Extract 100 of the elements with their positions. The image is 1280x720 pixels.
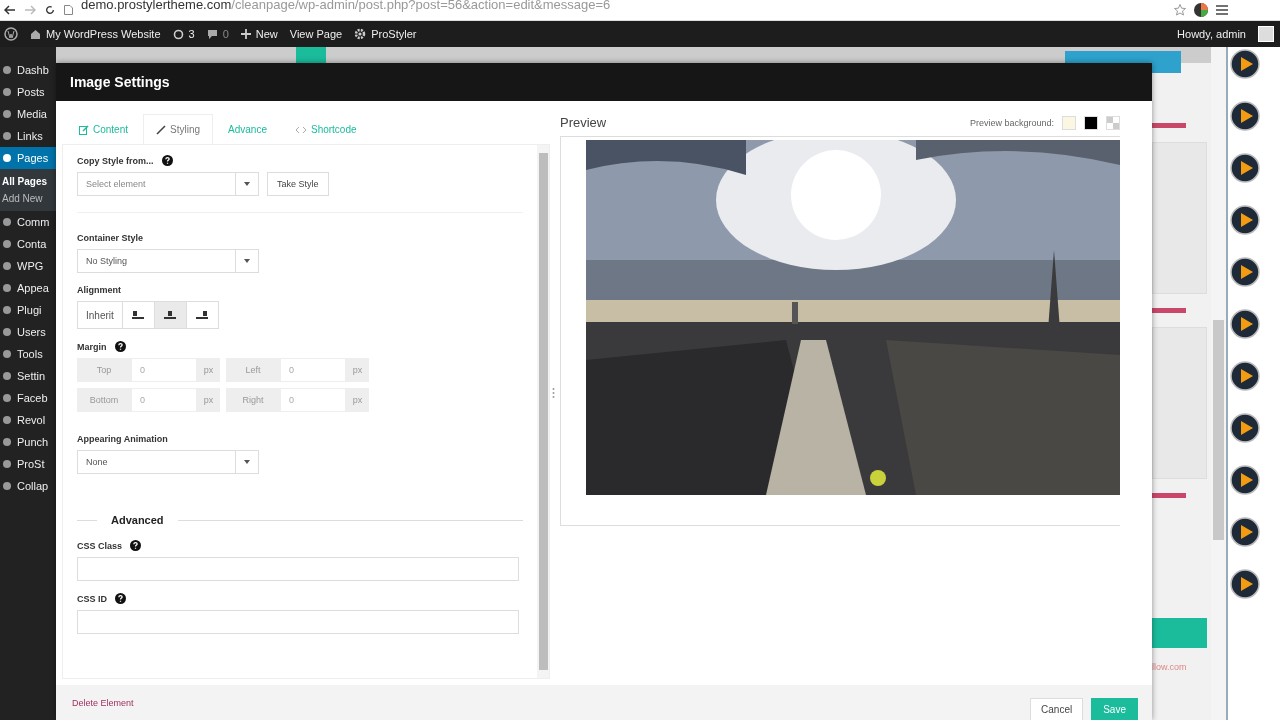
reload-icon[interactable] [44, 5, 56, 15]
play-icon[interactable] [1230, 517, 1260, 547]
align-right-icon [196, 310, 209, 320]
circle-icon [2, 87, 12, 97]
select-field[interactable]: None [77, 450, 259, 474]
submenu-item[interactable]: All Pages [0, 173, 56, 190]
circle-icon [2, 349, 12, 359]
sidebar-item[interactable]: Users [0, 321, 56, 343]
caret-icon [244, 259, 250, 263]
sidebar-item[interactable]: Settin [0, 365, 56, 387]
sidebar-item[interactable]: Conta [0, 233, 56, 255]
align-button[interactable] [153, 302, 186, 328]
circle-icon [2, 153, 12, 163]
help-icon [161, 155, 173, 166]
sidebar-item[interactable]: Punch [0, 431, 56, 453]
updates-count[interactable]: 3 [188, 28, 195, 40]
greeting[interactable]: Howdy, admin [1177, 28, 1246, 40]
circle-icon [2, 305, 12, 315]
section-bar [1152, 308, 1186, 313]
field-label: Appearing Animation [77, 434, 168, 444]
input-field[interactable] [77, 557, 519, 581]
section-bar [1152, 123, 1186, 128]
sidebar-item[interactable]: Collap [0, 475, 56, 497]
play-icon[interactable] [1230, 257, 1260, 287]
edit-icon [79, 124, 89, 135]
help-icon [115, 593, 126, 604]
sidebar-item[interactable]: WPG [0, 255, 56, 277]
play-icon[interactable] [1230, 465, 1260, 495]
sidebar-item[interactable]: Faceb [0, 387, 56, 409]
sidebar-item[interactable]: Tools [0, 343, 56, 365]
play-icon[interactable] [1230, 569, 1260, 599]
unit-label: px [202, 394, 215, 407]
play-icon[interactable] [1230, 101, 1260, 131]
sidebar-item[interactable]: Media [0, 103, 56, 125]
margin-field[interactable]: 0 [280, 358, 346, 382]
circle-icon [2, 393, 12, 403]
play-icon[interactable] [1230, 49, 1260, 79]
help-icon [114, 341, 126, 352]
sidebar-item[interactable]: Dashb [0, 59, 56, 81]
circle-icon [2, 481, 12, 491]
play-icon[interactable] [1230, 361, 1260, 391]
margin-field[interactable]: 0 [280, 388, 346, 412]
side-label: Left [244, 364, 262, 377]
take-style-button[interactable]: Take Style [267, 172, 329, 196]
page-icon [64, 5, 73, 15]
code-icon [294, 125, 307, 134]
sidebar-item[interactable]: Revol [0, 409, 56, 431]
play-icon[interactable] [1230, 309, 1260, 339]
unit-label: px [202, 364, 215, 377]
field-label: Margin [77, 341, 107, 352]
sidebar-item[interactable]: Appea [0, 277, 56, 299]
caret-icon [244, 460, 250, 464]
circle-icon [2, 217, 12, 227]
drag-handle-icon[interactable] [551, 387, 555, 399]
comments-count[interactable]: 0 [222, 28, 229, 40]
color-swatch[interactable] [1062, 115, 1076, 130]
sidebar-item[interactable]: Comm [0, 211, 56, 233]
site-link[interactable]: My WordPress Website [46, 28, 161, 40]
prostyler-link[interactable]: ProStyler [371, 28, 417, 40]
sidebar-item[interactable]: Pages [0, 147, 56, 169]
sidebar-item[interactable]: Links [0, 125, 56, 147]
color-swatch[interactable] [1084, 115, 1098, 130]
side-label: Right [241, 394, 265, 407]
sidebar-item[interactable]: ProSt [0, 453, 56, 475]
tab-chip [296, 47, 326, 63]
input-field[interactable] [77, 610, 519, 634]
circle-icon [2, 131, 12, 141]
play-icon[interactable] [1230, 153, 1260, 183]
caret-icon [244, 182, 250, 186]
circle-icon [2, 437, 12, 447]
field-label: Copy Style from... [77, 155, 154, 166]
field-label: CSS ID [77, 593, 107, 604]
play-icon[interactable] [1230, 205, 1260, 235]
delete-link[interactable]: Delete Element [72, 697, 134, 708]
play-icon[interactable] [1230, 413, 1260, 443]
submenu-item[interactable]: Add New [0, 190, 56, 207]
cancel-button[interactable]: Cancel [1030, 697, 1084, 720]
view-page-link[interactable]: View Page [289, 28, 343, 40]
margin-field[interactable]: 0 [131, 388, 197, 412]
select-field[interactable]: No Styling [77, 249, 259, 273]
checker-swatch[interactable] [1106, 115, 1120, 130]
align-left-icon [132, 310, 145, 320]
unit-label: px [351, 394, 364, 407]
preview-background-label: Preview background: [969, 117, 1054, 128]
sidebar-item[interactable]: Plugi [0, 299, 56, 321]
new-link[interactable]: New [255, 28, 278, 40]
sidebar-item[interactable]: Posts [0, 81, 56, 103]
section-bar [1152, 493, 1186, 498]
dialog-title: Image Settings [70, 74, 170, 90]
menu-icon[interactable] [1216, 5, 1228, 15]
side-label: Top [95, 364, 113, 377]
margin-field[interactable]: 0 [131, 358, 197, 382]
circle-icon [2, 239, 12, 249]
back-icon[interactable] [4, 5, 16, 15]
select-field[interactable]: Select element [77, 172, 259, 196]
field-label: Alignment [77, 285, 121, 295]
align-center-icon [164, 310, 177, 320]
star-icon[interactable] [1174, 4, 1186, 16]
scrollbar[interactable] [537, 145, 549, 678]
tab[interactable]: Styling [143, 114, 214, 144]
